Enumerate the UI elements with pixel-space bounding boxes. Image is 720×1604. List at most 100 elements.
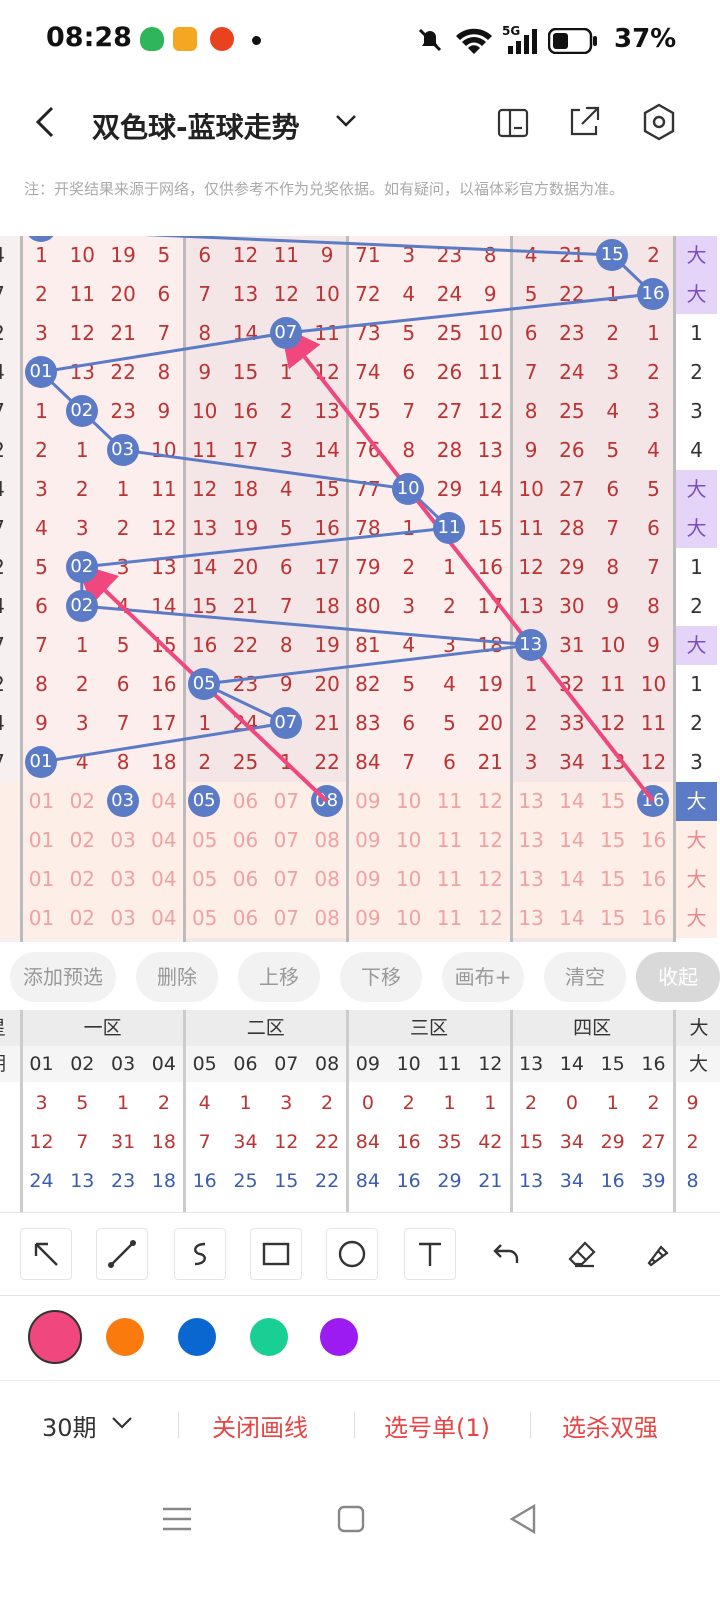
stats-cell: 29 — [437, 1170, 462, 1192]
trend-ball: 07 — [269, 317, 302, 349]
stats-cell: 16 — [396, 1170, 421, 1192]
divider — [178, 1412, 179, 1438]
action-button-1[interactable]: 删除 — [136, 952, 218, 1002]
stats-cell: 34 — [233, 1131, 258, 1153]
color-swatch-4[interactable] — [320, 1318, 358, 1356]
divider — [530, 1412, 531, 1438]
action-button-2[interactable]: 上移 — [238, 952, 320, 1002]
stats-cell: 16 — [192, 1170, 217, 1192]
menu-nav-icon[interactable] — [160, 1502, 194, 1536]
stats-col-head: 03 — [111, 1053, 136, 1075]
stats-cell: 42 — [478, 1131, 503, 1153]
chevron-down-icon[interactable] — [110, 1414, 134, 1432]
stats-cell: 0 — [361, 1092, 374, 1114]
circle-tool[interactable] — [326, 1228, 378, 1280]
brush-icon — [647, 1245, 669, 1267]
text-tool[interactable] — [404, 1228, 456, 1280]
action-button-6[interactable]: 收起 — [636, 952, 720, 1002]
settings-icon[interactable] — [640, 102, 678, 142]
stats-cell: 15 — [519, 1131, 544, 1153]
stats-cell: 18 — [151, 1131, 176, 1153]
dot-icon — [252, 36, 261, 45]
stats-cell: 2 — [321, 1092, 334, 1114]
stats-cell: 1 — [443, 1092, 456, 1114]
stats-cell: 22 — [315, 1170, 340, 1192]
action-button-0[interactable]: 添加预选 — [10, 952, 116, 1002]
line-tool[interactable] — [96, 1228, 148, 1280]
close-drawing-button[interactable]: 关闭画线 — [212, 1408, 308, 1443]
back-arrow-icon[interactable] — [32, 104, 56, 140]
battery-level: 37% — [614, 24, 677, 54]
stats-cell: 13 — [70, 1170, 95, 1192]
arrow-tool[interactable] — [20, 1228, 72, 1280]
stats-cell: 21 — [478, 1170, 503, 1192]
trend-ball: 10 — [392, 473, 425, 505]
stats-cell: 2 — [402, 1092, 415, 1114]
undo-tool[interactable] — [480, 1228, 532, 1280]
stats-cell: 84 — [355, 1131, 380, 1153]
eraser-icon — [568, 1241, 596, 1268]
trend-ball: 05 — [188, 668, 221, 700]
stats-cell: 18 — [151, 1170, 176, 1192]
stats-cell: 25 — [233, 1170, 258, 1192]
zone-label: 四区 — [573, 1017, 612, 1039]
home-nav-icon[interactable] — [334, 1502, 368, 1536]
clear-brush-tool[interactable] — [632, 1228, 684, 1280]
stats-col-head: 01 — [29, 1053, 54, 1075]
annotation-arrow[interactable] — [279, 325, 655, 803]
layout-toggle-icon[interactable] — [496, 106, 530, 140]
stats-cell: 15 — [274, 1170, 299, 1192]
stats-cell: 13 — [519, 1170, 544, 1192]
stats-table: 星期一区二区三区四区大01020304050607080910111213141… — [0, 1010, 720, 1212]
wifi-icon — [456, 28, 492, 54]
rectangle-tool[interactable] — [250, 1228, 302, 1280]
zone-label: 一区 — [83, 1017, 122, 1039]
trend-ball: 16 — [637, 278, 669, 310]
clock: 08:28 — [46, 22, 132, 53]
freehand-tool[interactable] — [174, 1228, 226, 1280]
trend-ball: 01 — [25, 746, 57, 778]
stats-left-head: 星 — [0, 1010, 17, 1046]
stats-cell: 29 — [600, 1131, 625, 1153]
action-button-5[interactable]: 清空 — [544, 952, 626, 1002]
trend-ball: 07 — [269, 707, 302, 739]
color-swatch-3[interactable] — [250, 1318, 288, 1356]
color-swatch-1[interactable] — [106, 1318, 144, 1356]
action-button-3[interactable]: 下移 — [340, 952, 422, 1002]
stats-cell: 12 — [29, 1131, 54, 1153]
period-select[interactable]: 30期 — [42, 1408, 97, 1443]
sport-app-icon — [210, 27, 234, 51]
stats-col-head: 04 — [151, 1053, 176, 1075]
color-swatch-0[interactable] — [28, 1310, 82, 1364]
eraser-tool[interactable] — [556, 1228, 608, 1280]
signal-icon — [508, 29, 537, 54]
stats-cell: 2 — [647, 1092, 660, 1114]
share-icon[interactable] — [566, 104, 602, 140]
text-icon — [419, 1242, 441, 1266]
curve-icon — [194, 1242, 206, 1266]
stats-cell: 27 — [641, 1131, 666, 1153]
stats-col-head: 07 — [274, 1053, 299, 1075]
arrow-icon — [34, 1242, 58, 1266]
stats-cell: 31 — [111, 1131, 136, 1153]
stats-cell: 22 — [315, 1131, 340, 1153]
page-title[interactable]: 双色球-蓝球走势 — [92, 106, 300, 146]
stats-col-head: 08 — [315, 1053, 340, 1075]
action-button-4[interactable]: 画布+ — [442, 952, 524, 1002]
stats-tail: 2 — [686, 1131, 699, 1153]
pick-list-button[interactable]: 选号单(1) — [384, 1408, 490, 1443]
stats-tail-head: 大 — [688, 1053, 708, 1075]
stats-tail: 9 — [686, 1092, 699, 1114]
color-swatch-2[interactable] — [178, 1318, 216, 1356]
back-nav-icon[interactable] — [506, 1502, 540, 1536]
stats-left-head: 期 — [0, 1046, 17, 1082]
chevron-down-icon[interactable] — [334, 112, 358, 130]
trend-ball: 11 — [433, 512, 465, 544]
trend-ball: 03 — [106, 434, 139, 466]
select-kill-button[interactable]: 选杀双强 — [562, 1408, 658, 1443]
stats-col-head: 16 — [641, 1053, 666, 1075]
stats-col-head: 06 — [233, 1053, 258, 1075]
stats-cell: 3 — [35, 1092, 48, 1114]
mute-bell-icon — [418, 28, 442, 52]
line-icon — [108, 1240, 136, 1268]
